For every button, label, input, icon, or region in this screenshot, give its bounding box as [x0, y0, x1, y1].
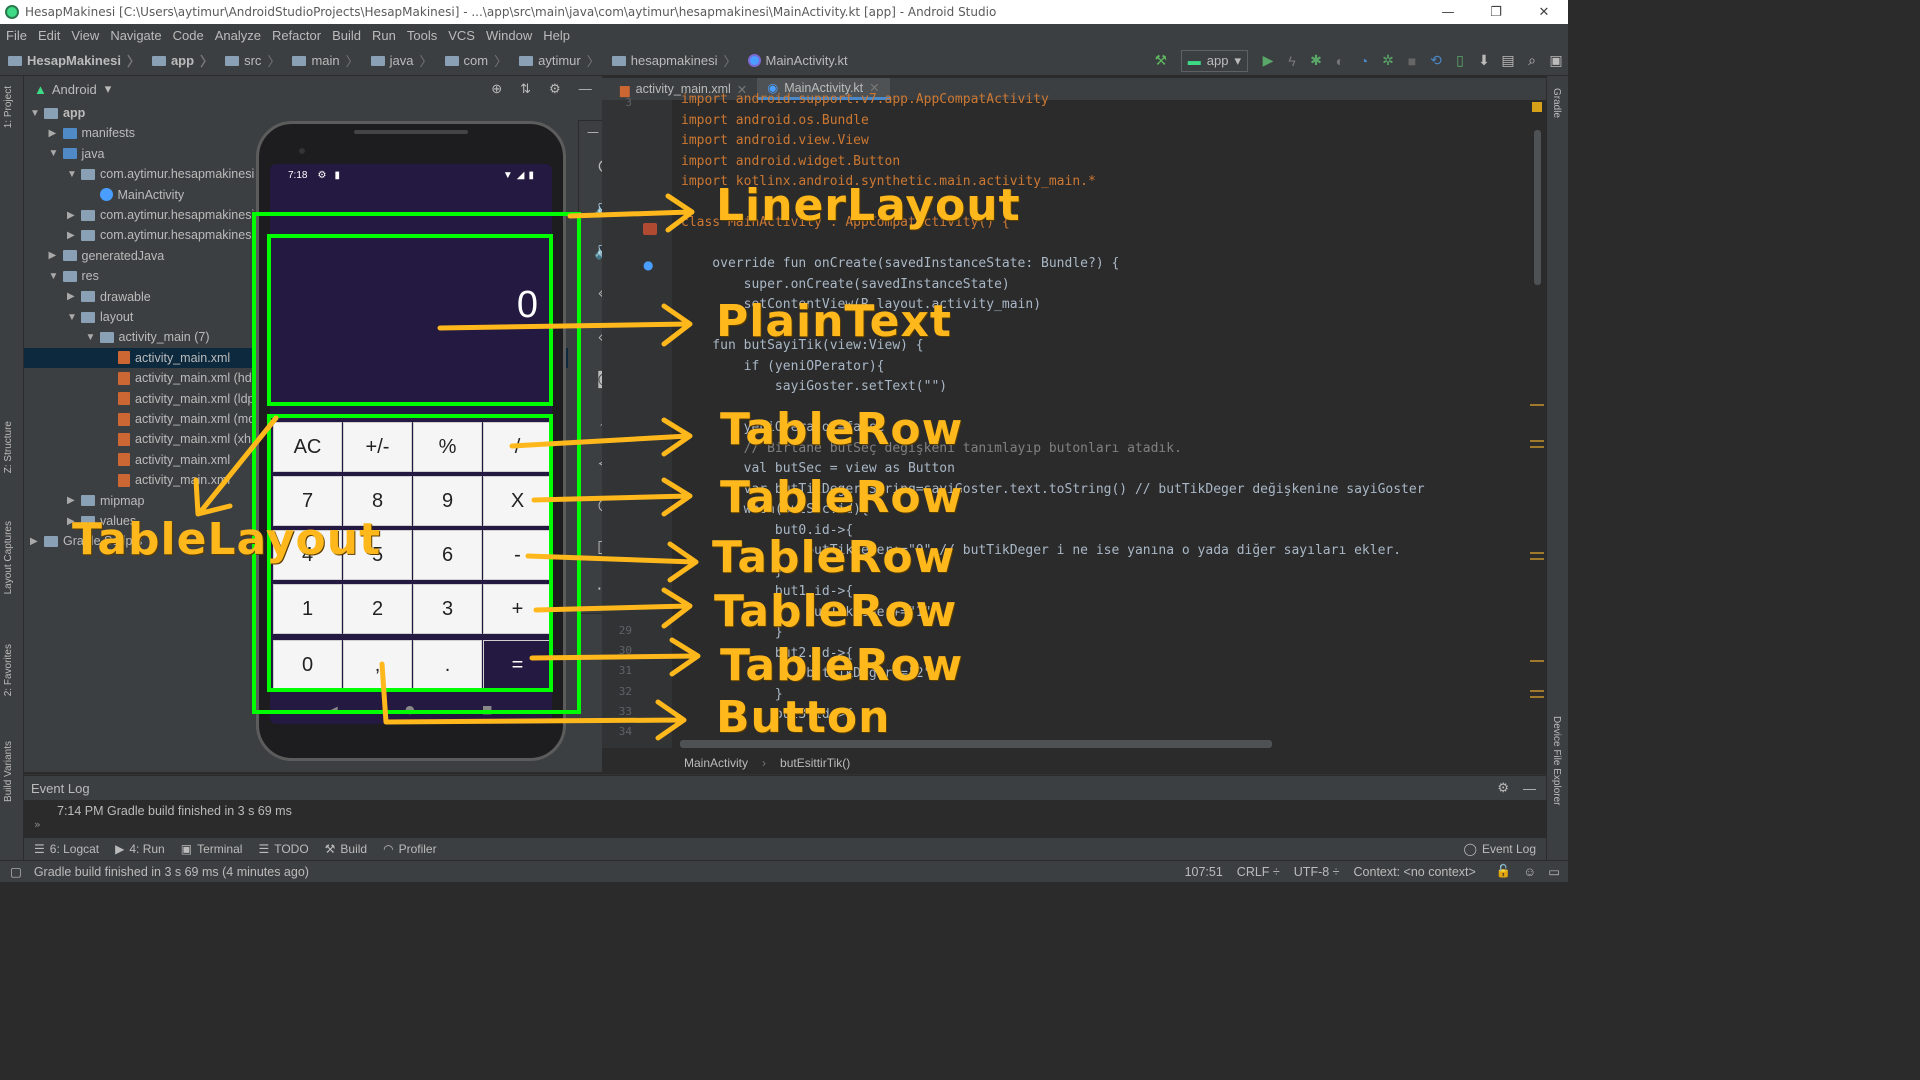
- arrow-tablerow-3: [525, 541, 699, 583]
- arrow-tablelayout: [193, 415, 279, 517]
- arrow-tablerow-1: [509, 417, 693, 457]
- arrow-plaintext: [437, 303, 693, 347]
- arrow-tablerow-5: [529, 637, 701, 677]
- label-tablerow-5: TableRow: [720, 640, 964, 691]
- label-tablerow-4: TableRow: [714, 586, 958, 637]
- arrow-tablerow-2: [531, 477, 693, 517]
- label-linerlayout: LinerLayout: [716, 180, 1021, 231]
- label-plaintext: PlainText: [716, 296, 952, 347]
- arrow-button: [379, 661, 687, 741]
- label-button: Button: [716, 692, 891, 743]
- arrow-tablerow-4: [533, 587, 693, 629]
- arrow-linerlayout: [567, 193, 695, 233]
- label-tablelayout: TableLayout: [72, 514, 382, 565]
- label-tablerow-2: TableRow: [720, 472, 964, 523]
- label-tablerow-1: TableRow: [720, 404, 964, 455]
- label-tablerow-3: TableRow: [712, 532, 956, 583]
